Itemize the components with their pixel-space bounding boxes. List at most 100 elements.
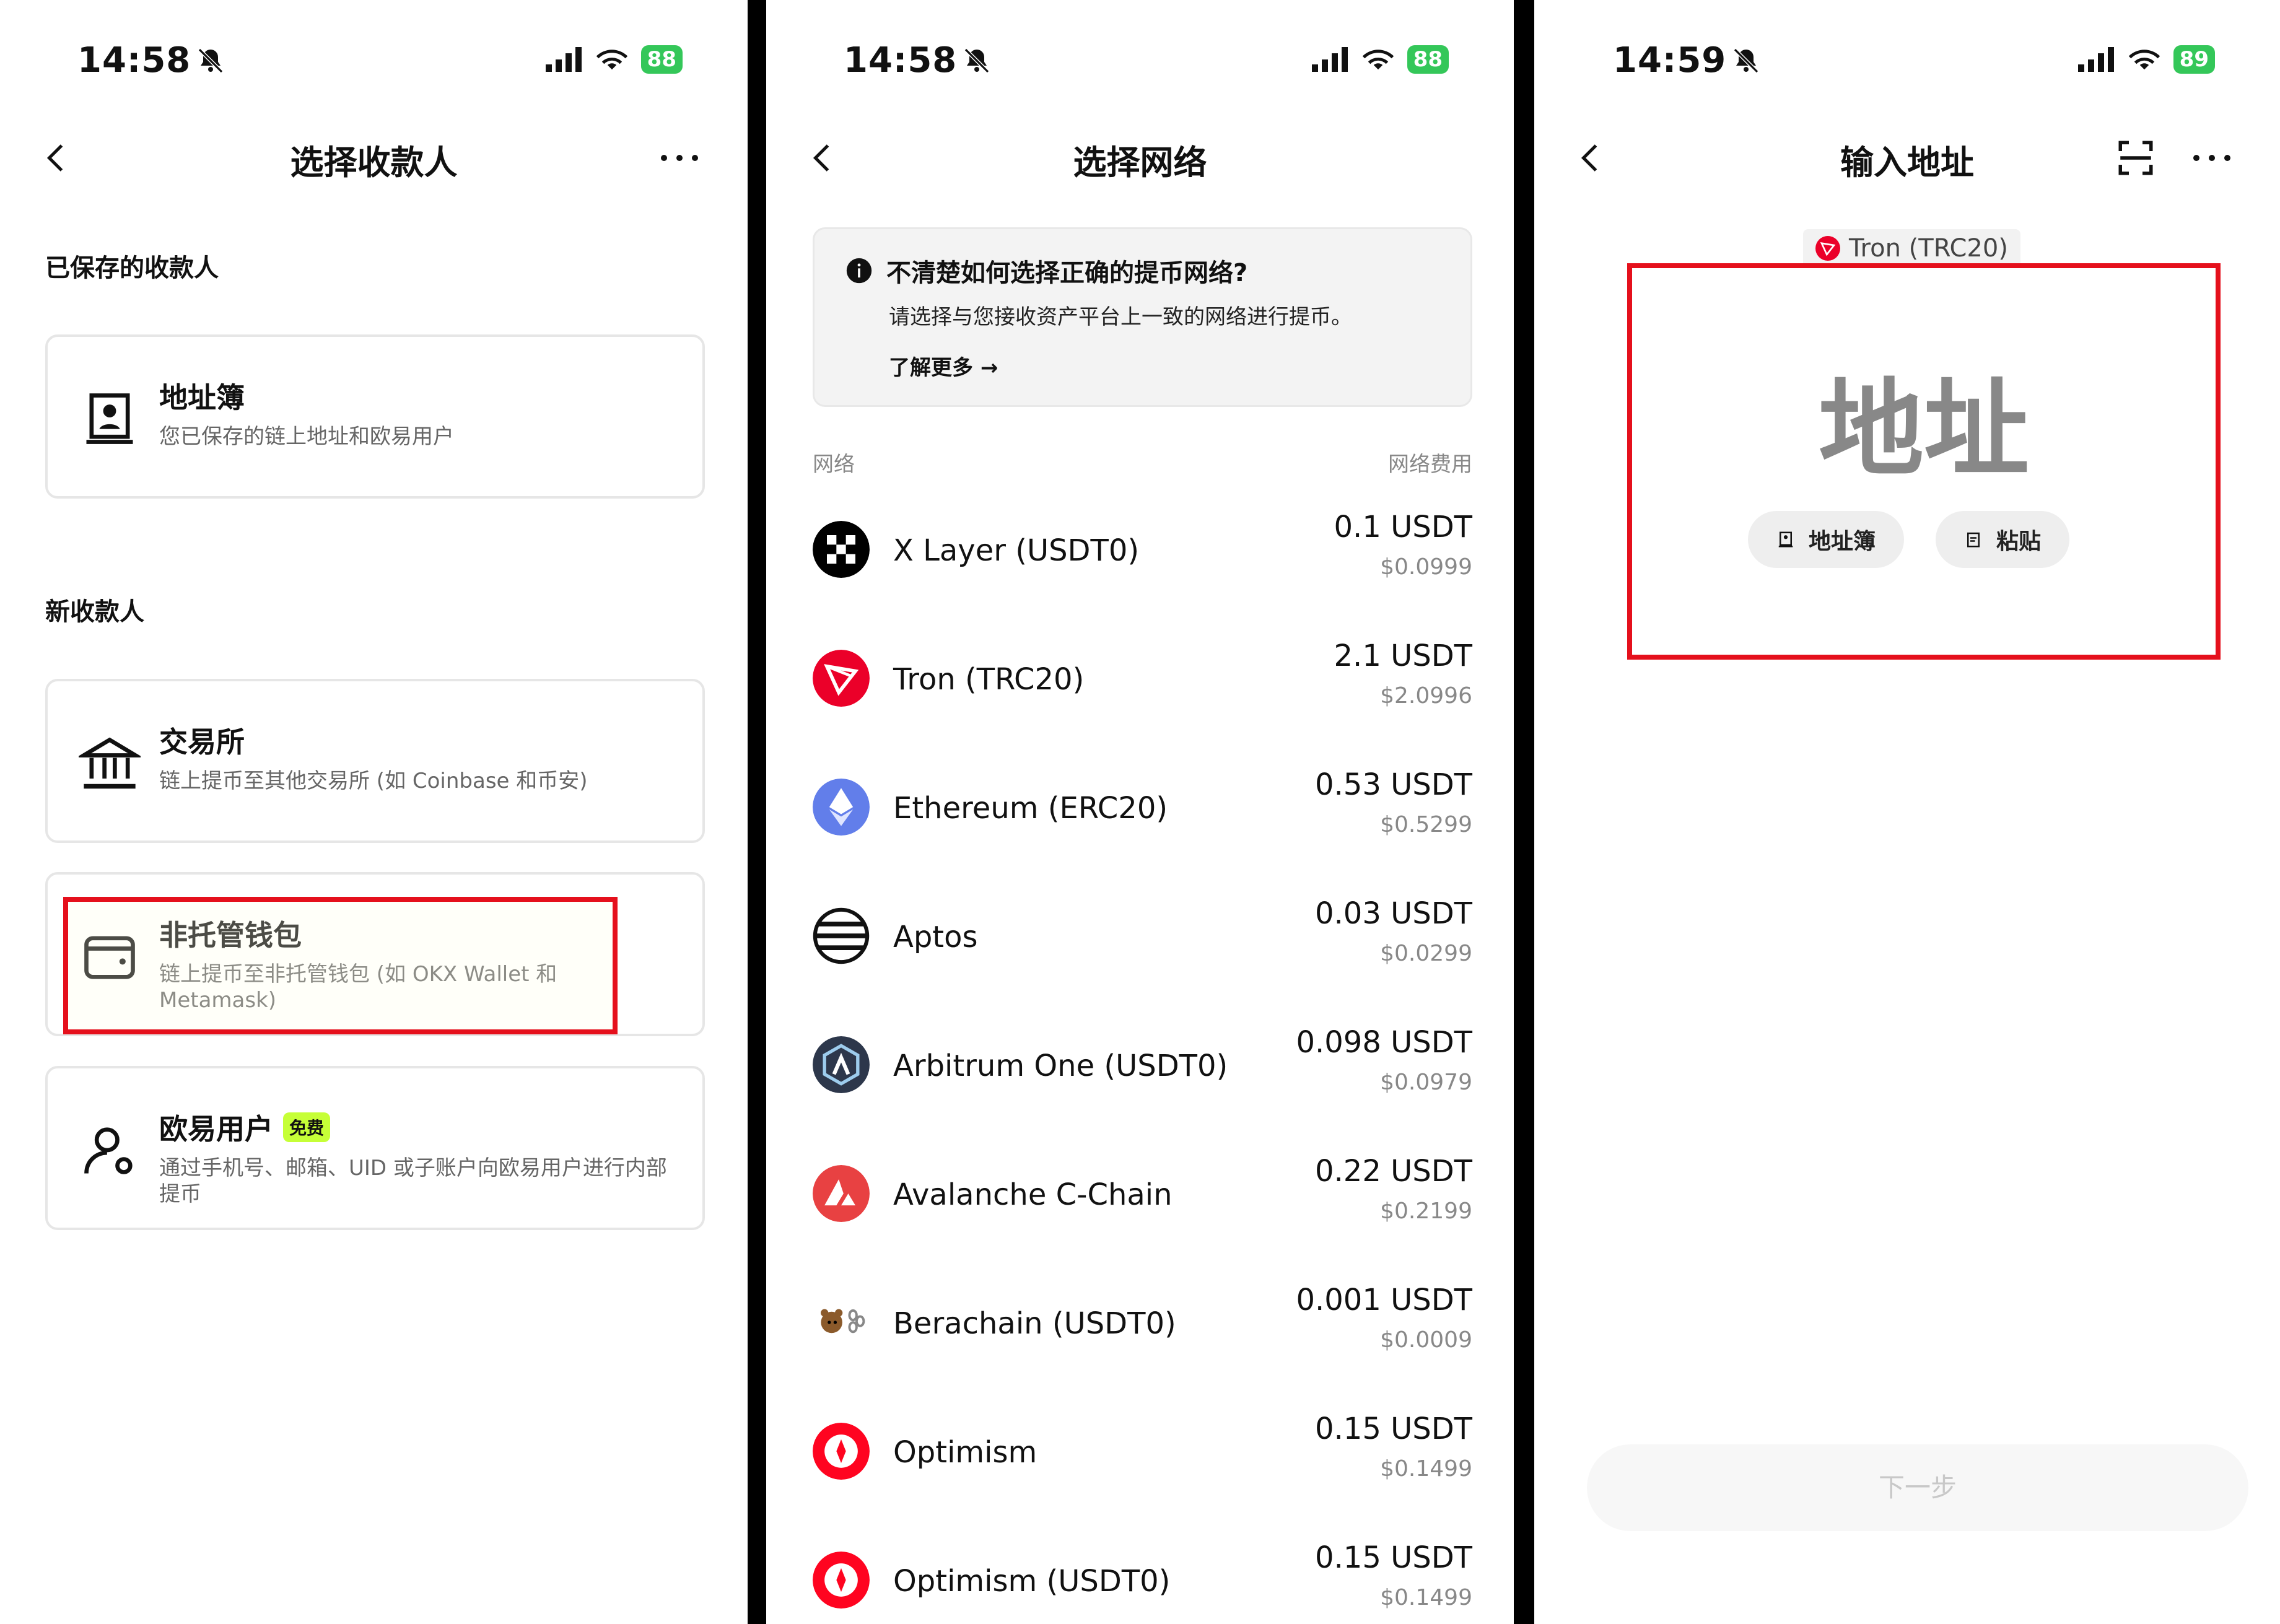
network-fee: 2.1 USDT <box>1334 639 1472 673</box>
learn-more-link[interactable]: 了解更多 → <box>889 351 998 381</box>
arbitrum-icon <box>813 1036 870 1093</box>
exchange-card[interactable]: 交易所 链上提币至其他交易所 (如 Coinbase 和币安) <box>45 679 705 843</box>
tron-icon <box>813 650 870 707</box>
cellular-signal-icon <box>2077 47 2114 72</box>
select-recipient-screen: 14:58 88 选择收款人 已保存的收款人 地址簿 您已保存的链上地址和欧易用… <box>0 0 748 1624</box>
network-name: Berachain (USDT0) <box>893 1306 1176 1341</box>
network-name: Ethereum (ERC20) <box>893 791 1168 826</box>
network-fee-usd: $0.0299 <box>1380 941 1472 966</box>
optimism-icon <box>813 1423 870 1480</box>
status-bar: 14:58 88 <box>0 34 748 84</box>
card-title: 地址簿 <box>159 381 245 414</box>
network-name: Aptos <box>893 920 978 954</box>
paste-label: 粘贴 <box>1996 529 2042 554</box>
network-row[interactable]: Berachain (USDT0) 0.001 USDT $0.0009 <box>813 1259 1472 1388</box>
network-row[interactable]: Arbitrum One (USDT0) 0.098 USDT $0.0979 <box>813 1002 1472 1130</box>
network-fee: 0.03 USDT <box>1314 896 1472 931</box>
network-fee-usd: $0.1499 <box>1380 1456 1472 1482</box>
wifi-icon <box>1362 50 1394 70</box>
optimism-icon <box>813 1552 870 1609</box>
nav-bar: 选择收款人 <box>0 124 748 192</box>
xlayer-icon <box>813 521 870 578</box>
card-subtitle: 通过手机号、邮箱、UID 或子账户向欧易用户进行内部提币 <box>159 1156 667 1207</box>
address-placeholder: 地址 <box>1818 369 2029 491</box>
wifi-icon <box>2128 50 2160 70</box>
enter-address-screen: 14:59 89 输入地址 Tron (TRC20) 地址 地址簿 粘贴 下一步 <box>1534 0 2280 1624</box>
fee-column-label: 网络费用 <box>1388 452 1472 477</box>
battery-indicator: 88 <box>1407 45 1449 74</box>
cellular-signal-icon <box>1311 47 1348 72</box>
non-custodial-wallet-card[interactable]: 非托管钱包 链上提币至非托管钱包 (如 OKX Wallet 和 Metamas… <box>45 872 705 1036</box>
network-fee: 0.22 USDT <box>1314 1154 1472 1189</box>
bell-muted-icon <box>1734 48 1759 73</box>
network-fee: 0.1 USDT <box>1334 510 1472 544</box>
network-fee: 0.53 USDT <box>1314 767 1472 802</box>
network-row[interactable]: Tron (TRC20) 2.1 USDT $2.0996 <box>813 615 1472 744</box>
nav-bar: 输入地址 <box>1534 124 2280 192</box>
network-fee: 0.098 USDT <box>1296 1025 1472 1060</box>
select-network-screen: 14:58 88 选择网络 不清楚如何选择正确的提币网络? 请选择与您接收资产平… <box>766 0 1514 1624</box>
wifi-icon <box>596 50 627 70</box>
new-recipient-heading: 新收款人 <box>45 598 144 626</box>
network-fee-usd: $0.5299 <box>1380 812 1472 837</box>
address-book-button[interactable]: 地址簿 <box>1748 511 1905 568</box>
address-input-area[interactable]: 地址 地址簿 粘贴 <box>1627 263 2221 660</box>
network-name: Tron (TRC20) <box>893 662 1085 697</box>
bell-muted-icon <box>964 48 990 73</box>
okx-user-card[interactable]: 欧易用户 免费 通过手机号、邮箱、UID 或子账户向欧易用户进行内部提币 <box>45 1066 705 1230</box>
berachain-icon <box>821 1309 865 1334</box>
scan-icon[interactable] <box>2115 138 2156 178</box>
network-tag-label: Tron (TRC20) <box>1849 234 2008 263</box>
status-time: 14:59 <box>1613 40 1727 81</box>
network-tag: Tron (TRC20) <box>1803 229 2020 268</box>
network-fee: 0.15 USDT <box>1314 1412 1472 1446</box>
page-title: 选择收款人 <box>290 143 458 182</box>
help-description: 请选择与您接收资产平台上一致的网络进行提币。 <box>889 305 1352 330</box>
free-badge: 免费 <box>283 1112 331 1142</box>
address-book-icon <box>1778 531 1793 548</box>
network-name: Optimism <box>893 1435 1037 1470</box>
status-bar: 14:59 89 <box>1534 34 2280 84</box>
status-time: 14:58 <box>844 40 958 81</box>
battery-indicator: 89 <box>2173 45 2215 74</box>
network-fee-usd: $0.0009 <box>1380 1327 1472 1353</box>
more-icon[interactable] <box>658 149 701 167</box>
paste-button[interactable]: 粘贴 <box>1936 511 2070 568</box>
network-row[interactable]: X Layer (USDT0) 0.1 USDT $0.0999 <box>813 486 1472 615</box>
aptos-icon <box>813 907 870 964</box>
cellular-signal-icon <box>545 47 582 72</box>
network-row[interactable]: Aptos 0.03 USDT $0.0299 <box>813 873 1472 1002</box>
avalanche-icon <box>813 1165 870 1222</box>
card-subtitle: 链上提币至其他交易所 (如 Coinbase 和币安) <box>159 769 588 793</box>
bank-icon <box>79 737 141 789</box>
card-subtitle: 您已保存的链上地址和欧易用户 <box>159 424 454 449</box>
network-row[interactable]: Avalanche C-Chain 0.22 USDT $0.2199 <box>813 1130 1472 1259</box>
network-name: Avalanche C-Chain <box>893 1177 1173 1212</box>
tron-icon <box>1815 236 1840 261</box>
next-step-button[interactable]: 下一步 <box>1587 1444 2248 1531</box>
address-book-label: 地址簿 <box>1809 529 1876 554</box>
nav-bar: 选择网络 <box>766 124 1514 192</box>
network-fee-usd: $0.1499 <box>1380 1585 1472 1610</box>
more-icon[interactable] <box>2190 149 2234 167</box>
network-name: Arbitrum One (USDT0) <box>893 1049 1228 1083</box>
network-fee: 0.15 USDT <box>1314 1540 1472 1575</box>
bell-muted-icon <box>198 48 224 73</box>
status-time: 14:58 <box>77 40 191 81</box>
card-title: 欧易用户 <box>159 1112 273 1146</box>
ethereum-icon <box>813 779 870 836</box>
network-help-box: 不清楚如何选择正确的提币网络? 请选择与您接收资产平台上一致的网络进行提币。 了… <box>813 227 1472 407</box>
address-book-icon <box>86 393 133 444</box>
page-title: 输入地址 <box>1840 143 1974 182</box>
network-name: X Layer (USDT0) <box>893 533 1140 568</box>
address-book-card[interactable]: 地址簿 您已保存的链上地址和欧易用户 <box>45 334 705 499</box>
network-row[interactable]: Ethereum (ERC20) 0.53 USDT $0.5299 <box>813 744 1472 873</box>
network-fee-usd: $0.0999 <box>1380 554 1472 580</box>
network-row[interactable]: Optimism (USDT0) 0.15 USDT $0.1499 <box>813 1517 1472 1624</box>
info-icon <box>846 258 872 284</box>
battery-indicator: 88 <box>640 45 683 74</box>
network-column-label: 网络 <box>813 452 855 477</box>
saved-recipients-heading: 已保存的收款人 <box>45 254 219 282</box>
network-fee: 0.001 USDT <box>1296 1283 1472 1317</box>
network-row[interactable]: Optimism 0.15 USDT $0.1499 <box>813 1388 1472 1517</box>
